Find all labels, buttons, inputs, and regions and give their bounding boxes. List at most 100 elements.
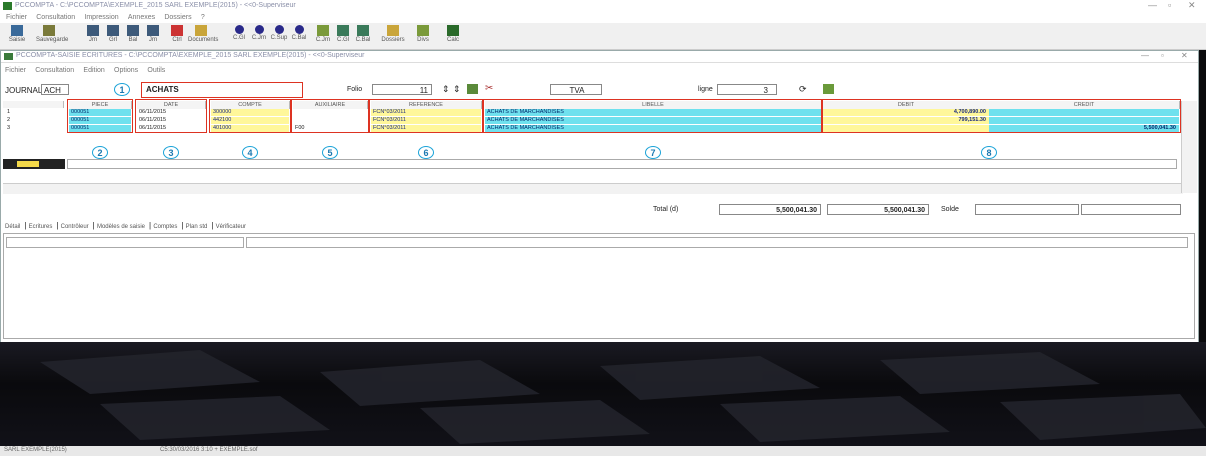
menu-dossiers[interactable]: Dossiers [164, 14, 191, 21]
tab-verificateur[interactable]: Vérificateur [216, 224, 246, 230]
wmenu-consultation[interactable]: Consultation [35, 67, 74, 74]
callout-box-7 [483, 99, 823, 133]
total-label: Total (d) [653, 206, 679, 213]
minimize-icon[interactable]: — [1148, 0, 1157, 10]
desktop-pattern [40, 350, 1206, 444]
ledger-icon[interactable] [467, 84, 478, 94]
toolbar-button-label: C.Bal [291, 35, 307, 41]
total-credit: 5,500,041.30 [827, 204, 929, 215]
app-logo-icon [3, 2, 12, 10]
detail-panel [3, 233, 1195, 339]
window-minimize-icon[interactable]: — [1141, 51, 1149, 60]
tab-plan[interactable]: Plan std [186, 224, 208, 230]
folio-spin-icon[interactable]: ⇕ [442, 84, 450, 95]
tab-controleur[interactable]: Contrôleur [61, 224, 89, 230]
callout-box-3 [135, 99, 207, 133]
callout-box-8 [821, 99, 1181, 133]
tab-comptes[interactable]: Comptes [153, 224, 177, 230]
folio-spin-icon-2[interactable]: ⇕ [453, 84, 461, 95]
toolbar-button-6[interactable]: Ctrl [164, 25, 190, 47]
person-icon [337, 25, 349, 36]
tab-detail[interactable]: Détail [5, 224, 20, 230]
toolbar-button-15[interactable]: Dossiers [380, 25, 406, 47]
callout-7: 7 [645, 146, 661, 159]
callout-box-6 [369, 99, 483, 133]
toolbar-button-1[interactable]: Sauvegarde [36, 25, 69, 47]
entry-row[interactable] [67, 159, 1177, 169]
toolbar-button-7[interactable]: Documents [188, 25, 219, 47]
toolbar-button-label: C.Bal [355, 37, 371, 43]
toolbar-button-label: Calc [446, 37, 459, 43]
vertical-scrollbar[interactable] [1181, 101, 1197, 193]
input-row-indicator [3, 159, 65, 169]
wmenu-fichier[interactable]: Fichier [5, 67, 26, 74]
toolbar-button-label: Sauvegarde [36, 37, 69, 43]
detail-field-left[interactable] [6, 237, 244, 248]
toolbar-button-5[interactable]: Jrn [140, 25, 166, 47]
folio-field[interactable]: 11 [372, 84, 432, 95]
journal-label: JOURNAL [5, 86, 43, 95]
pencil-chart-icon [11, 25, 23, 36]
detail-field-right[interactable] [246, 237, 1188, 248]
close-icon[interactable]: ✕ [1188, 0, 1196, 11]
menu-fichier[interactable]: Fichier [6, 14, 27, 21]
wmenu-options[interactable]: Options [114, 67, 138, 74]
status-right: C5:30/03/2016 3:10 + EXEMPLE.sof [160, 447, 258, 453]
menu-annexes[interactable]: Annexes [128, 14, 155, 21]
saisie-window: PCCOMPTA-SAISIE ECRITURES - C:\PCCOMPTA\… [0, 50, 1199, 344]
dot-icon [234, 25, 244, 34]
tools-icon[interactable]: ✂ [485, 83, 493, 94]
grid-icon [127, 25, 139, 36]
journal-name-field[interactable]: ACHATS [144, 84, 294, 95]
tab-ecritures[interactable]: Ecritures [29, 224, 53, 230]
callout-box-4 [209, 99, 291, 133]
callout-3: 3 [163, 146, 179, 159]
window-logo-icon [4, 53, 13, 60]
maximize-icon[interactable]: ▫ [1168, 0, 1171, 10]
folder-icon [195, 25, 207, 36]
menu-consultation[interactable]: Consultation [36, 14, 75, 21]
solde-extra-field [1081, 204, 1181, 215]
callout-1: 1 [114, 83, 130, 96]
window-title: PCCOMPTA-SAISIE ECRITURES - C:\PCCOMPTA\… [16, 52, 365, 59]
app-title-bar: PCCOMPTA - C:\PCCOMPTA\EXEMPLE_2015 SARL… [0, 0, 1206, 12]
ligne-field[interactable]: 3 [717, 84, 777, 95]
callout-8: 8 [981, 146, 997, 159]
tva-field[interactable]: TVA [550, 84, 602, 95]
tab-modeles[interactable]: Modèles de saisie [97, 224, 145, 230]
tools-icon [43, 25, 55, 36]
person-icon [357, 25, 369, 36]
refresh-icon[interactable]: ⟳ [799, 84, 807, 95]
toolbar-button-label: Ctrl [172, 37, 182, 43]
journal-code-field[interactable]: ACH [41, 84, 69, 95]
row-number-header [3, 101, 64, 108]
export-icon[interactable] [823, 84, 834, 94]
row-number[interactable]: 1 [5, 109, 63, 116]
toolbar-button-17[interactable]: Calc [440, 25, 466, 47]
grid-icon [87, 25, 99, 36]
wmenu-outils[interactable]: Outils [147, 67, 165, 74]
menu-help[interactable]: ? [201, 14, 205, 21]
toolbar-button-16[interactable]: Divs [410, 25, 436, 47]
app-menu-bar: Fichier Consultation Impression Annexes … [0, 12, 1206, 23]
grid-icon [107, 25, 119, 36]
folder-icon [387, 25, 399, 36]
toolbar-button-0[interactable]: Saisie [4, 25, 30, 47]
window-close-icon[interactable]: ✕ [1181, 51, 1188, 60]
solde-field [975, 204, 1079, 215]
callout-box-2 [67, 99, 133, 133]
toolbar-button-14[interactable]: C.Bal [350, 25, 376, 47]
callout-box-5 [291, 99, 369, 133]
row-number[interactable]: 2 [5, 117, 63, 124]
wmenu-edition[interactable]: Edition [83, 67, 104, 74]
horizontal-scrollbar[interactable] [3, 183, 1183, 194]
row-number[interactable]: 3 [5, 125, 63, 132]
solde-label: Solde [941, 206, 959, 213]
window-maximize-icon[interactable]: ▫ [1161, 51, 1164, 60]
menu-impression[interactable]: Impression [84, 14, 118, 21]
tab-strip: Détail | Ecritures | Contrôleur | Modèles d… [5, 221, 246, 230]
toolbar-button-label: Dossiers [381, 37, 405, 43]
desktop-background [0, 342, 1206, 446]
toolbar-button-11[interactable]: C.Bal [286, 25, 312, 47]
toolbar-button-label: Documents [188, 37, 219, 43]
